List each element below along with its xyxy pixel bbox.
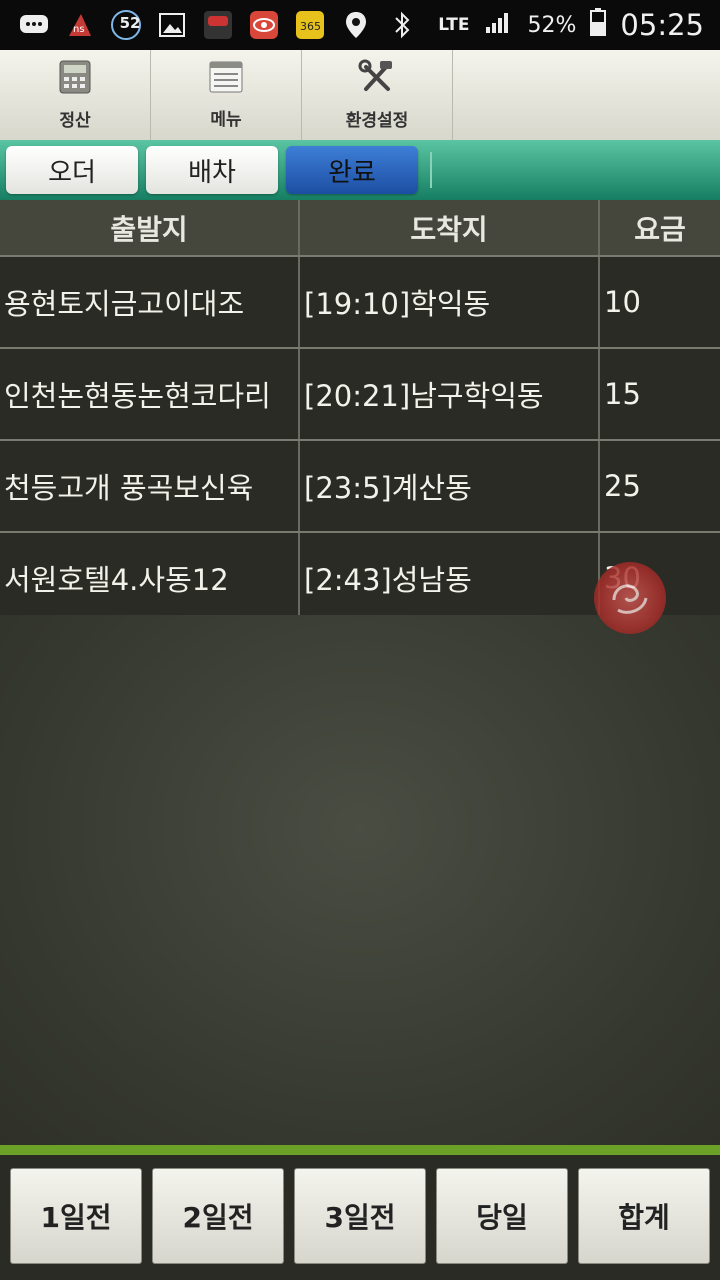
tools-icon <box>358 59 396 100</box>
floating-app-icon[interactable] <box>594 562 666 634</box>
settings-label: 환경설정 <box>345 111 409 131</box>
cell-destination: [20:21]남구학익동 <box>300 349 600 439</box>
cell-fare: 25 <box>604 469 641 503</box>
tab-divider <box>430 152 432 188</box>
tab-dispatch[interactable]: 배차 <box>146 146 278 194</box>
column-header-destination: 도착지 <box>300 200 600 255</box>
table-row[interactable]: 천등고개 풍곡보신육 [23:5]계산동 25 <box>0 439 720 531</box>
list-empty-area <box>0 615 720 1145</box>
message-icon <box>18 10 50 40</box>
svg-text:ns: ns <box>73 24 85 35</box>
bottom-accent-line <box>0 1145 720 1155</box>
cell-destination: [23:5]계산동 <box>300 441 600 531</box>
settlement-button[interactable]: 정산 <box>0 50 151 140</box>
svg-text:365: 365 <box>300 20 321 33</box>
calculator-icon <box>58 59 92 100</box>
today-button[interactable]: 당일 <box>436 1168 568 1264</box>
cell-departure: 인천논현동논현코다리 <box>0 349 300 439</box>
app-365-icon: 365 <box>294 10 326 40</box>
column-header-fare: 요금 <box>634 212 686 246</box>
top-toolbar: 정산 메뉴 환경설정 <box>0 50 720 141</box>
status-bar: ns 365 LTE 52% 05:25 <box>0 0 720 50</box>
clock: 05:25 <box>620 8 704 42</box>
network-type: LTE <box>438 15 470 35</box>
settlement-label: 정산 <box>59 111 91 131</box>
battery-percent: 52% <box>527 12 577 38</box>
location-pin-icon <box>340 10 372 40</box>
menu-label: 메뉴 <box>210 110 242 130</box>
image-icon <box>156 10 188 40</box>
total-button[interactable]: 합계 <box>578 1168 710 1264</box>
menu-list-icon <box>208 60 244 99</box>
notification-count: 52 <box>119 14 141 32</box>
one-day-ago-button[interactable]: 1일전 <box>10 1168 142 1264</box>
cell-departure: 용현토지금고이대조 <box>0 257 300 347</box>
cell-destination: [2:43]성남동 <box>300 533 600 623</box>
order-tabs: 오더 배차 완료 <box>0 140 720 200</box>
eye-icon <box>248 10 280 40</box>
table-row[interactable]: 인천논현동논현코다리 [20:21]남구학익동 15 <box>0 347 720 439</box>
battery-icon <box>590 7 607 43</box>
tab-order[interactable]: 오더 <box>6 146 138 194</box>
cell-fare: 10 <box>604 285 641 319</box>
signal-icon <box>484 9 514 42</box>
app-ns-icon: ns <box>64 10 96 40</box>
table-header: 출발지 도착지 요금 <box>0 200 720 255</box>
bottom-bar: 1일전 2일전 3일전 당일 합계 <box>0 1145 720 1280</box>
settings-button[interactable]: 환경설정 <box>302 50 453 140</box>
cell-departure: 천등고개 풍곡보신육 <box>0 441 300 531</box>
three-days-ago-button[interactable]: 3일전 <box>294 1168 426 1264</box>
tab-completed[interactable]: 완료 <box>286 146 418 194</box>
menu-button[interactable]: 메뉴 <box>151 50 302 140</box>
cell-departure: 서원호텔4.사동12 <box>0 533 300 623</box>
completed-orders-table: 출발지 도착지 요금 용현토지금고이대조 [19:10]학익동 10 인천논현동… <box>0 200 720 625</box>
cell-fare: 15 <box>604 377 641 411</box>
two-days-ago-button[interactable]: 2일전 <box>152 1168 284 1264</box>
bluetooth-icon <box>386 10 418 40</box>
table-row[interactable]: 용현토지금고이대조 [19:10]학익동 10 <box>0 255 720 347</box>
column-header-departure: 출발지 <box>0 200 300 255</box>
cell-destination: [19:10]학익동 <box>300 257 600 347</box>
call-maner-icon <box>202 10 234 40</box>
